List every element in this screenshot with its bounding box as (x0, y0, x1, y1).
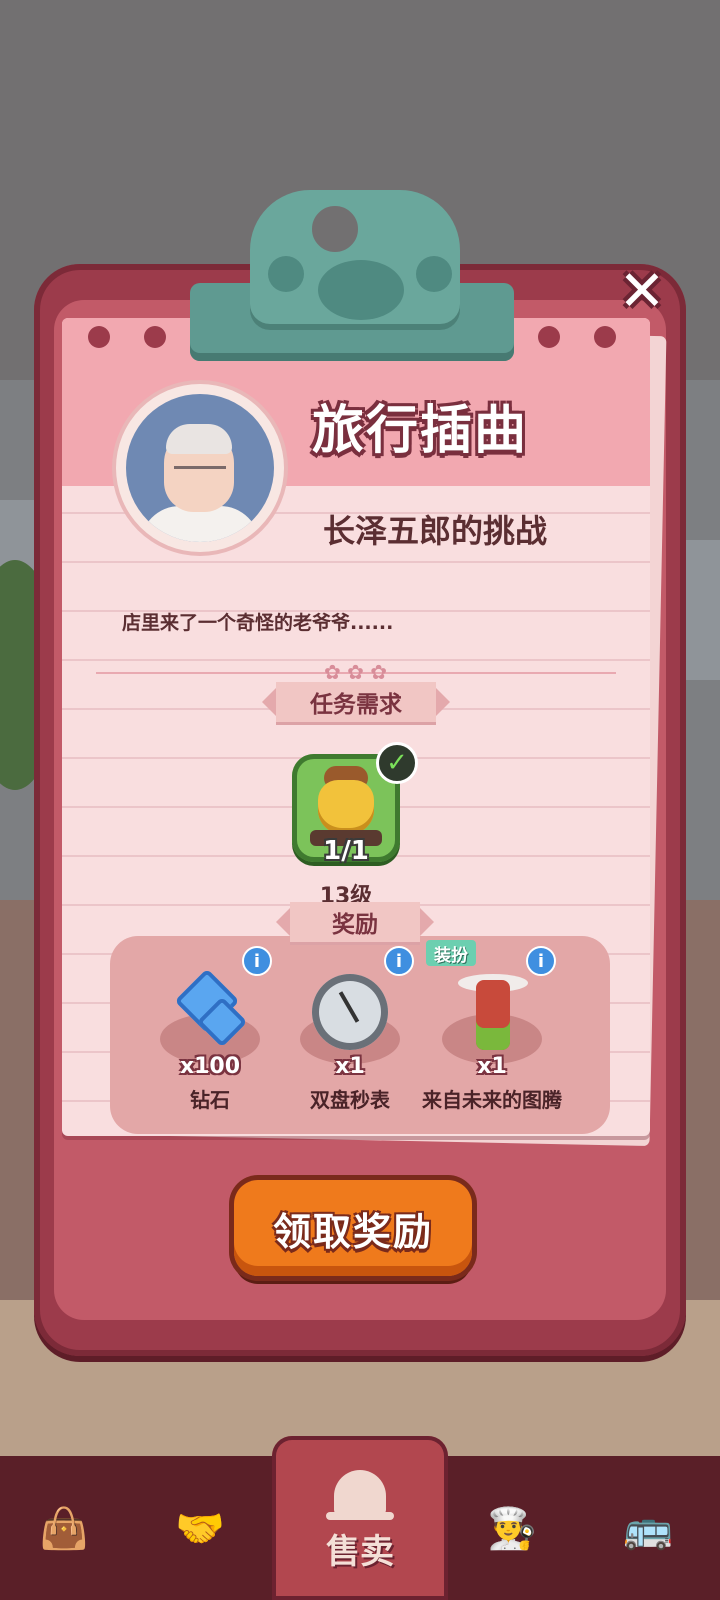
avatar-hair (166, 424, 232, 454)
episode-description: 店里来了一个奇怪的老爷爷...... (122, 612, 394, 634)
reward-quantity: x100 (179, 1054, 241, 1079)
dressup-tag: 装扮 (426, 940, 476, 966)
paper-hole (88, 326, 110, 348)
bus-icon: 🚌 (623, 1505, 673, 1552)
reward-quantity: x1 (477, 1054, 507, 1079)
claim-reward-button[interactable]: 领取奖励 (234, 1180, 472, 1276)
close-button[interactable]: ✕ (612, 262, 672, 322)
close-icon: ✕ (618, 259, 666, 324)
paper-hole (144, 326, 166, 348)
task-requirement-header: 任务需求 (262, 682, 450, 722)
task-progress: 1/1 (323, 836, 369, 866)
paw-pad (318, 260, 404, 320)
claim-reward-label: 领取奖励 (272, 1209, 433, 1254)
info-icon[interactable]: i (384, 946, 414, 976)
nav-item-bag[interactable]: 👜 (0, 1468, 128, 1588)
clip-ring (302, 196, 368, 262)
nav-item-travel[interactable]: 🚌 (584, 1468, 712, 1588)
task-requirement-label: 任务需求 (310, 692, 402, 718)
info-icon[interactable]: i (526, 946, 556, 976)
reward-header: 奖励 (276, 902, 434, 942)
totem-icon (476, 980, 510, 1050)
checkmark-icon: ✓ (376, 742, 418, 784)
reward-quantity: x1 (335, 1054, 365, 1079)
bag-icon: 👜 (39, 1505, 89, 1552)
nav-item-deals[interactable]: 🤝 (136, 1468, 264, 1588)
old-man-portrait-icon (126, 394, 274, 542)
reward-name: 来自未来的图腾 (422, 1088, 562, 1112)
flower-divider-icon: ✿ ✿ ✿ (324, 660, 387, 684)
service-bell-base (326, 1512, 394, 1520)
episode-subtitle: 长泽五郎的挑战 (322, 512, 547, 550)
nav-label-sell: 售卖 (326, 1532, 394, 1572)
service-bell-icon (334, 1470, 386, 1514)
reward-item-totem[interactable]: 装扮 x1 来自未来的图腾 (422, 940, 572, 1130)
reward-header-label: 奖励 (332, 912, 378, 938)
handshake-icon: 🤝 (175, 1505, 225, 1552)
episode-title: 旅行插曲 (311, 401, 528, 461)
character-avatar (116, 384, 284, 552)
paper-hole (538, 326, 560, 348)
info-icon[interactable]: i (242, 946, 272, 976)
nav-item-staff[interactable]: 👨‍🍳 (448, 1468, 576, 1588)
avatar-glasses (174, 466, 226, 481)
chef-icon: 👨‍🍳 (487, 1505, 537, 1552)
paw-toe (416, 256, 452, 292)
paper-hole (594, 326, 616, 348)
buddha-pot-icon (318, 780, 374, 834)
paw-toe (268, 256, 304, 292)
